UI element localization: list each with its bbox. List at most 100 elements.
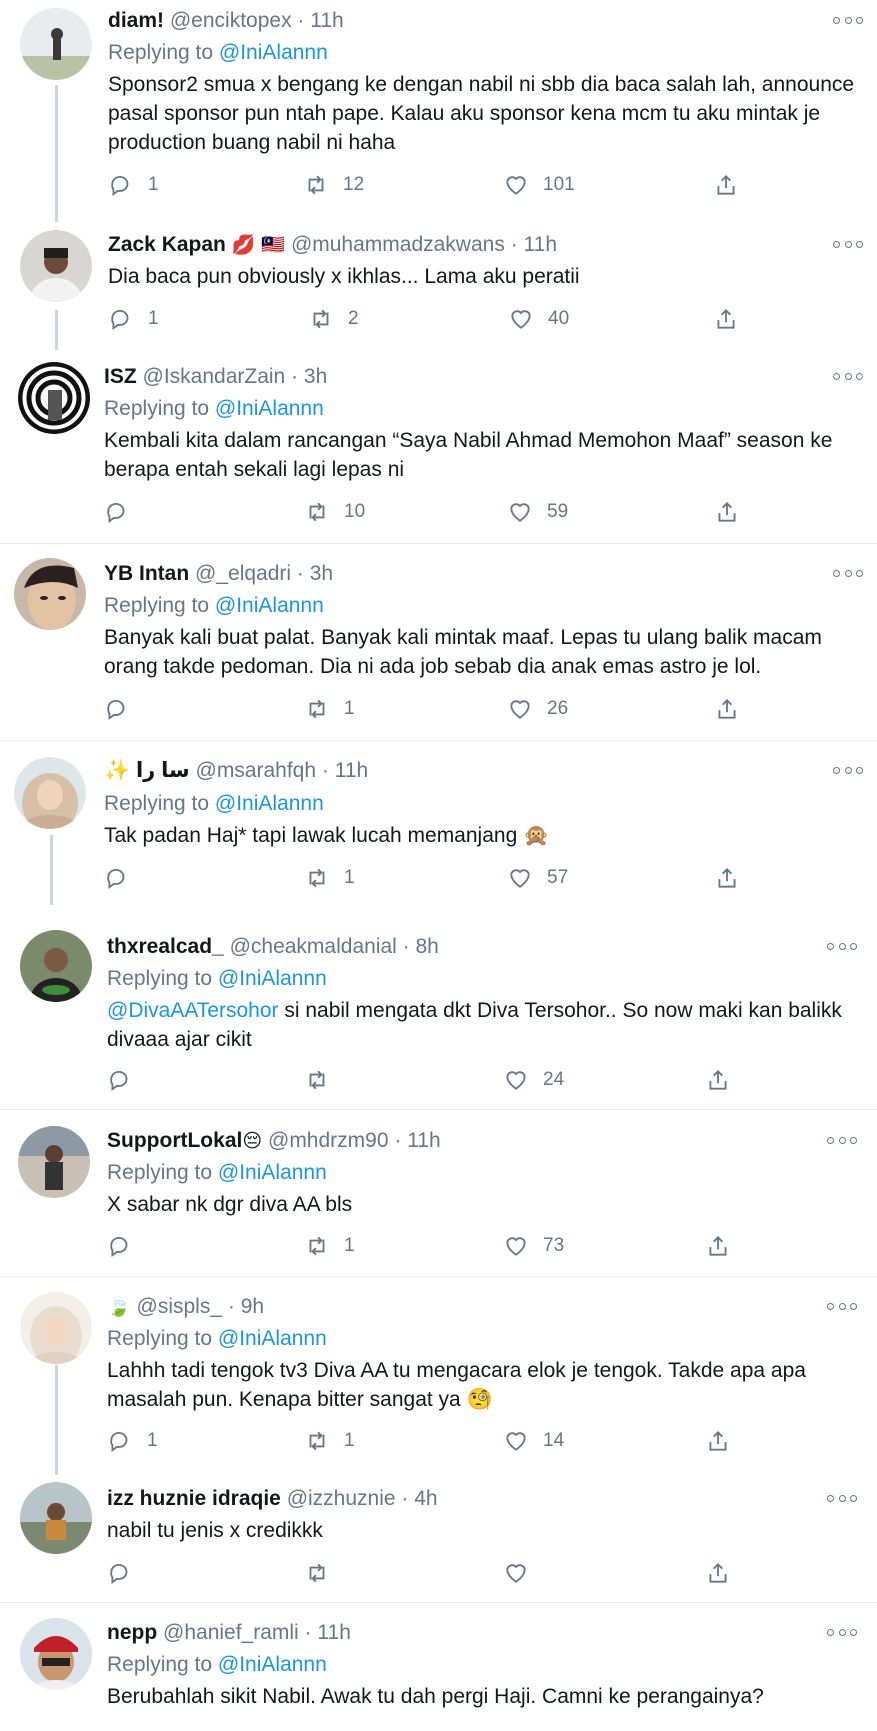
avatar[interactable] [20,1482,92,1554]
avatar[interactable] [20,1618,92,1690]
replying-to-link[interactable]: @IniAlannn [215,397,324,420]
reply-button[interactable] [104,865,144,891]
display-name[interactable]: SupportLokal [107,1129,242,1152]
share-button[interactable] [714,865,740,891]
reply-button[interactable] [107,1067,147,1093]
display-name[interactable]: nepp [107,1621,157,1644]
timestamp[interactable]: 11h [524,233,557,256]
name-emoji: 💋 🇲🇾 [231,234,286,256]
user-handle[interactable]: @mhdrzm90 [268,1129,389,1152]
avatar[interactable] [14,757,86,829]
retweet-button[interactable] [304,1560,344,1586]
display-name[interactable]: thxrealcad_ [107,935,224,958]
retweet-button[interactable]: 2 [308,306,359,332]
user-handle[interactable]: @sispls_ [137,1295,223,1318]
reply-button[interactable] [107,1233,147,1259]
share-button[interactable] [714,696,740,722]
more-icon[interactable] [827,1622,857,1642]
display-name[interactable]: 🍃 [107,1296,131,1318]
user-handle[interactable]: @IskandarZain [143,365,286,388]
display-name[interactable]: diam! [108,9,164,32]
like-button[interactable]: 14 [503,1428,564,1454]
avatar[interactable] [20,8,92,80]
like-count: 14 [543,1430,565,1451]
user-handle[interactable]: @msarahfqh [196,759,317,782]
timestamp[interactable]: 11h [310,9,343,32]
timestamp[interactable]: 8h [416,935,439,958]
avatar[interactable] [14,558,86,630]
avatar[interactable] [18,362,90,434]
share-button[interactable] [705,1233,731,1259]
avatar[interactable] [20,1292,92,1364]
retweet-button[interactable]: 1 [304,1233,355,1259]
share-button[interactable] [705,1067,731,1093]
like-button[interactable]: 26 [507,696,568,722]
like-button[interactable]: 40 [508,306,569,332]
reply-button[interactable]: 1 [107,1428,158,1454]
share-button[interactable] [705,1428,731,1454]
retweet-button[interactable]: 1 [304,865,355,891]
user-handle[interactable]: @hanief_ramli [163,1621,299,1644]
tweet-text: Lahhh tadi tengok tv3 Diva AA tu mengaca… [107,1359,806,1411]
replying-to-link[interactable]: @IniAlannn [215,594,324,617]
timestamp[interactable]: 11h [407,1129,440,1152]
replying-to-link[interactable]: @IniAlannn [219,41,328,64]
timestamp[interactable]: 3h [304,365,327,388]
retweet-button[interactable] [304,1067,344,1093]
user-handle[interactable]: @izzhuznie [287,1487,396,1510]
display-name[interactable]: izz huznie idraqie [107,1487,281,1510]
share-button[interactable] [713,306,739,332]
share-button[interactable] [714,499,740,525]
display-name[interactable]: YB Intan [104,562,189,585]
like-button[interactable]: 24 [503,1067,564,1093]
timestamp[interactable]: 11h [317,1621,350,1644]
timestamp[interactable]: 11h [335,759,368,782]
display-name[interactable]: Zack Kapan [108,233,226,256]
more-icon[interactable] [833,10,863,30]
like-button[interactable]: 73 [503,1233,564,1259]
more-icon[interactable] [827,1296,857,1316]
mention-link[interactable]: @DivaAATersohor [107,999,279,1022]
like-button[interactable]: 101 [503,172,575,198]
like-button[interactable]: 57 [507,865,568,891]
timestamp[interactable]: 3h [310,562,333,585]
user-handle[interactable]: @muhammadzakwans [291,233,505,256]
reply-icon [107,699,125,721]
more-icon[interactable] [827,1130,857,1150]
replying-to-link[interactable]: @IniAlannn [218,1653,327,1676]
retweet-button[interactable]: 10 [304,499,365,525]
replying-to-link[interactable]: @IniAlannn [215,792,324,815]
display-name[interactable]: ✨ سا را [104,759,190,782]
share-button[interactable] [705,1560,731,1586]
replying-to-link[interactable]: @IniAlannn [218,967,327,990]
reply-button[interactable]: 1 [108,172,159,198]
reply-button[interactable]: 1 [108,306,159,332]
more-icon[interactable] [833,366,863,386]
share-button[interactable] [713,172,739,198]
more-icon[interactable] [827,936,857,956]
reply-button[interactable] [104,499,144,525]
retweet-button[interactable]: 12 [303,172,364,198]
user-handle[interactable]: @cheakmaldanial [230,935,397,958]
more-icon[interactable] [833,234,863,254]
avatar[interactable] [18,1126,90,1198]
retweet-count: 1 [344,1430,355,1451]
reply-button[interactable] [107,1560,147,1586]
more-icon[interactable] [833,563,863,583]
reply-button[interactable] [104,696,144,722]
user-handle[interactable]: @_elqadri [195,562,291,585]
more-icon[interactable] [827,1488,857,1508]
like-button[interactable] [503,1560,543,1586]
display-name[interactable]: ISZ [104,365,137,388]
more-icon[interactable] [833,760,863,780]
user-handle[interactable]: @enciktopex [170,9,292,32]
replying-to-link[interactable]: @IniAlannn [218,1327,327,1350]
avatar[interactable] [20,930,92,1002]
replying-to-link[interactable]: @IniAlannn [218,1161,327,1184]
retweet-button[interactable]: 1 [304,1428,355,1454]
avatar[interactable] [20,230,92,302]
retweet-button[interactable]: 1 [304,696,355,722]
timestamp[interactable]: 4h [414,1487,437,1510]
timestamp[interactable]: 9h [241,1295,264,1318]
like-button[interactable]: 59 [507,499,568,525]
